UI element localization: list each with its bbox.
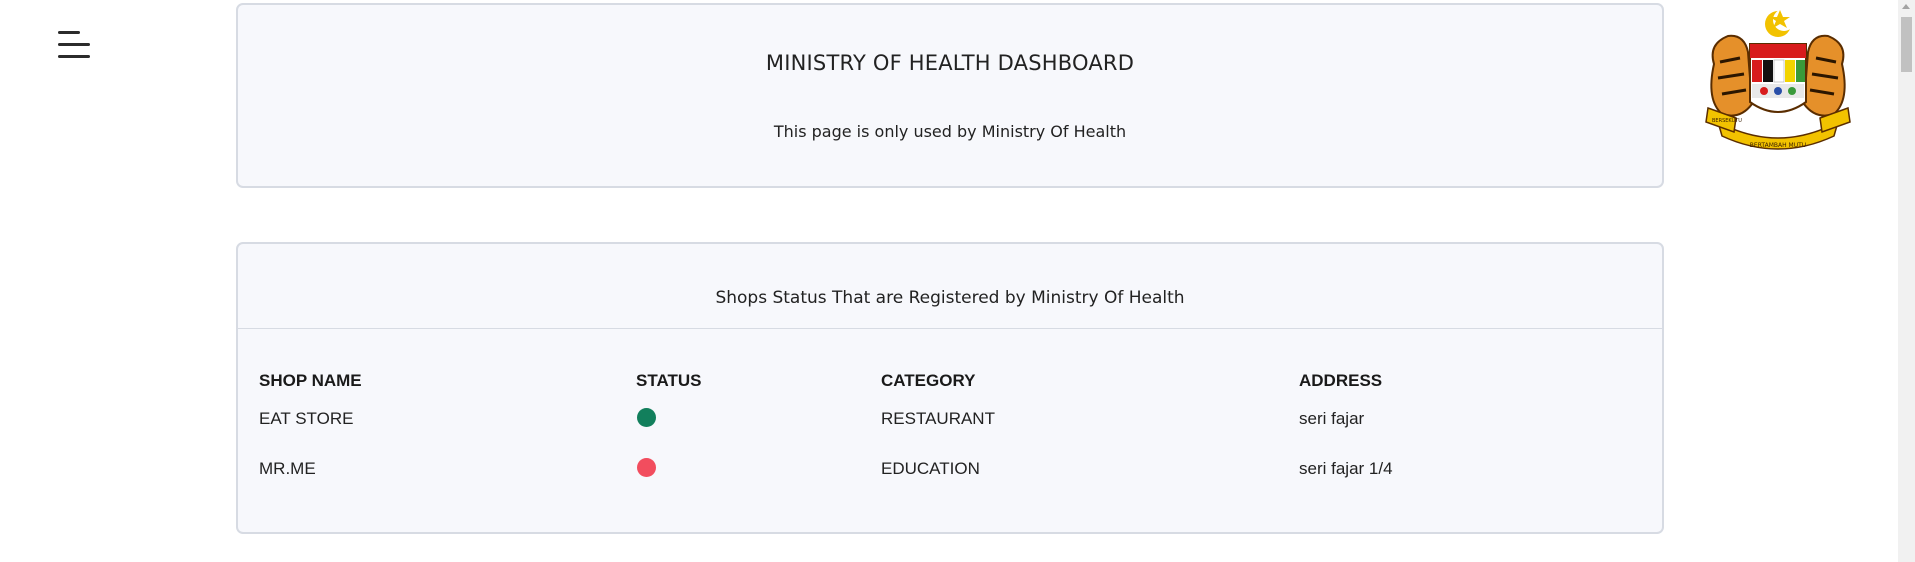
dashboard-header-card: MINISTRY OF HEALTH DASHBOARD This page i… — [236, 3, 1664, 188]
divider — [238, 328, 1662, 329]
page-title: MINISTRY OF HEALTH DASHBOARD — [765, 51, 1135, 75]
logo-ribbon-text: BERSEKUTU — [1712, 118, 1742, 124]
logo-ribbon-text: BERTAMBAH MUTU — [1750, 142, 1806, 149]
vertical-scrollbar[interactable] — [1898, 0, 1915, 562]
column-header-address: ADDRESS — [1299, 371, 1383, 390]
column-header-shop-name: SHOP NAME — [259, 371, 362, 390]
scrollbar-thumb[interactable] — [1901, 17, 1912, 72]
hamburger-menu-icon[interactable] — [56, 30, 92, 60]
column-header-category: CATEGORY — [881, 371, 976, 390]
shops-table-heading: Shops Status That are Registered by Mini… — [715, 288, 1185, 308]
table-row-category: EDUCATION — [881, 459, 980, 478]
scroll-up-arrow-icon[interactable] — [1902, 4, 1910, 9]
page-subtitle: This page is only used by Ministry Of He… — [773, 122, 1127, 141]
table-row-shop-name: MR.ME — [259, 459, 316, 478]
table-row-address: seri fajar 1/4 — [1299, 459, 1393, 478]
column-header-status: STATUS — [636, 371, 702, 390]
table-row-category: RESTAURANT — [881, 409, 995, 428]
malaysia-coat-of-arms-logo: BERTAMBAH MUTU BERSEKUTU — [1700, 4, 1856, 159]
table-row-address: seri fajar — [1299, 409, 1365, 428]
table-row-shop-name: EAT STORE — [259, 409, 354, 428]
status-indicator-icon — [637, 458, 656, 477]
status-indicator-icon — [637, 408, 656, 427]
shops-status-card: Shops Status That are Registered by Mini… — [236, 242, 1664, 534]
